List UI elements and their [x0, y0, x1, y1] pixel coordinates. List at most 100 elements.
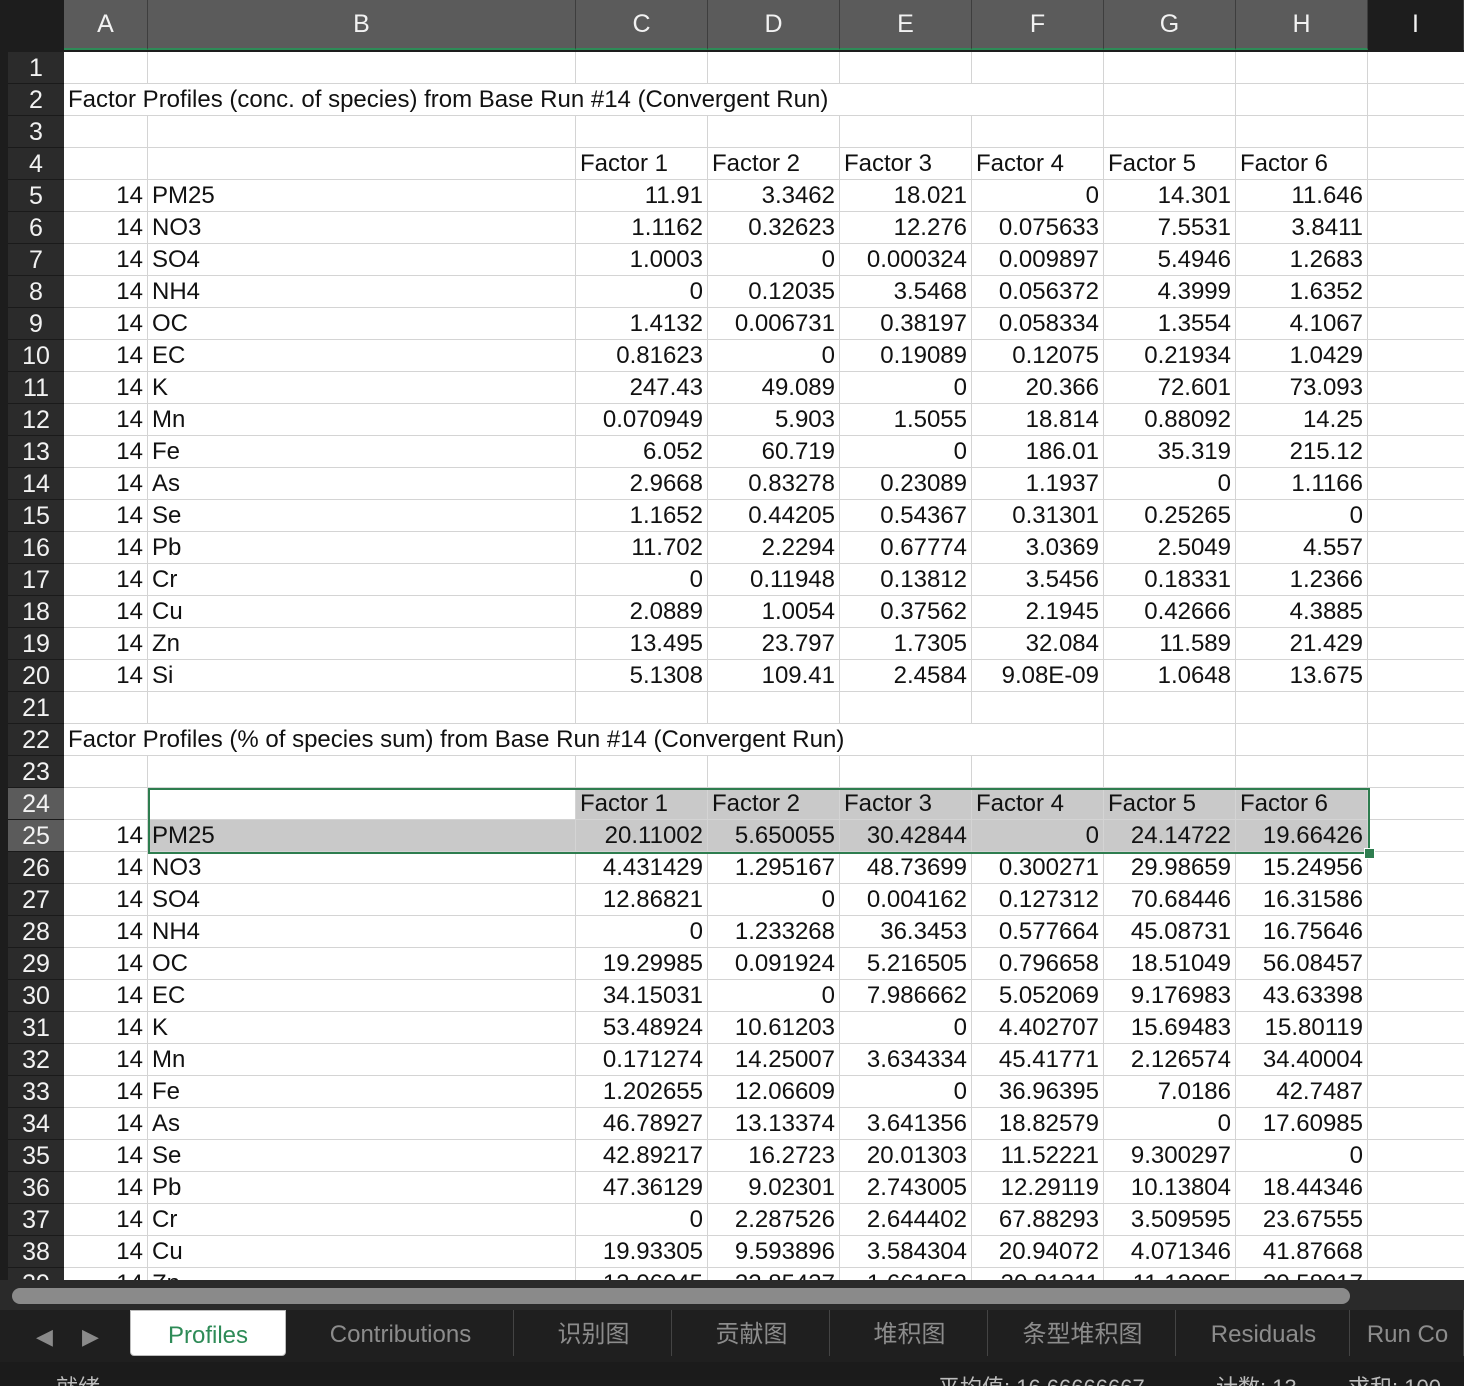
value-cell[interactable]: 18.82579 — [972, 1108, 1104, 1140]
run-number-cell[interactable]: 14 — [64, 596, 148, 628]
cell[interactable] — [1236, 116, 1368, 148]
row-header-34[interactable]: 34 — [8, 1108, 64, 1140]
value-cell[interactable]: 34.15031 — [576, 980, 708, 1012]
value-cell[interactable]: 12.86821 — [576, 884, 708, 916]
value-cell[interactable]: 0.796658 — [972, 948, 1104, 980]
value-cell[interactable]: 0 — [972, 820, 1104, 852]
value-cell[interactable]: 2.0889 — [576, 596, 708, 628]
row-header-29[interactable]: 29 — [8, 948, 64, 980]
row-header-39[interactable]: 39 — [8, 1268, 64, 1280]
value-cell[interactable]: 4.1067 — [1236, 308, 1368, 340]
cell[interactable] — [148, 148, 576, 180]
cell[interactable] — [1368, 340, 1464, 372]
value-cell[interactable]: 21.429 — [1236, 628, 1368, 660]
row-header-23[interactable]: 23 — [8, 756, 64, 788]
scrollbar-thumb[interactable] — [12, 1288, 1350, 1304]
cell[interactable] — [1236, 84, 1368, 116]
value-cell[interactable]: 0 — [840, 436, 972, 468]
value-cell[interactable]: 15.24956 — [1236, 852, 1368, 884]
value-cell[interactable]: 12.06609 — [708, 1076, 840, 1108]
value-cell[interactable]: 4.071346 — [1104, 1236, 1236, 1268]
cell[interactable] — [1368, 660, 1464, 692]
run-number-cell[interactable]: 14 — [64, 340, 148, 372]
species-cell[interactable]: Si — [148, 660, 576, 692]
value-cell[interactable]: 23.797 — [708, 628, 840, 660]
cell[interactable] — [1104, 52, 1236, 84]
species-cell[interactable]: Se — [148, 1140, 576, 1172]
row-header-33[interactable]: 33 — [8, 1076, 64, 1108]
value-cell[interactable]: 20.11002 — [576, 820, 708, 852]
cell[interactable] — [1104, 724, 1236, 756]
row-header-17[interactable]: 17 — [8, 564, 64, 596]
run-number-cell[interactable]: 14 — [64, 500, 148, 532]
value-cell[interactable]: 41.87668 — [1236, 1236, 1368, 1268]
run-number-cell[interactable]: 14 — [64, 660, 148, 692]
row-header-15[interactable]: 15 — [8, 500, 64, 532]
value-cell[interactable]: 0.83278 — [708, 468, 840, 500]
run-number-cell[interactable]: 14 — [64, 916, 148, 948]
species-cell[interactable]: OC — [148, 948, 576, 980]
value-cell[interactable]: 1.4132 — [576, 308, 708, 340]
value-cell[interactable]: 109.41 — [708, 660, 840, 692]
cell[interactable] — [1368, 468, 1464, 500]
species-cell[interactable]: Pb — [148, 532, 576, 564]
run-number-cell[interactable]: 14 — [64, 1012, 148, 1044]
species-cell[interactable]: OC — [148, 308, 576, 340]
cell[interactable] — [1368, 1076, 1464, 1108]
species-cell[interactable]: Zn — [148, 628, 576, 660]
value-cell[interactable]: 0.21934 — [1104, 340, 1236, 372]
value-cell[interactable]: 5.1308 — [576, 660, 708, 692]
value-cell[interactable]: 14.301 — [1104, 180, 1236, 212]
value-cell[interactable]: 11.589 — [1104, 628, 1236, 660]
cell[interactable] — [64, 52, 148, 84]
value-cell[interactable]: 0.091924 — [708, 948, 840, 980]
cell[interactable] — [1368, 916, 1464, 948]
cell[interactable] — [1368, 116, 1464, 148]
value-cell[interactable]: 20.94072 — [972, 1236, 1104, 1268]
cell[interactable] — [708, 116, 840, 148]
column-header-h[interactable]: H — [1236, 0, 1368, 50]
value-cell[interactable]: 0.32623 — [708, 212, 840, 244]
value-cell[interactable]: 5.650055 — [708, 820, 840, 852]
row-header-20[interactable]: 20 — [8, 660, 64, 692]
cell[interactable] — [64, 756, 148, 788]
cell[interactable] — [1368, 276, 1464, 308]
row-header-18[interactable]: 18 — [8, 596, 64, 628]
cell[interactable] — [1104, 756, 1236, 788]
value-cell[interactable]: 14.25 — [1236, 404, 1368, 436]
value-cell[interactable]: 53.48924 — [576, 1012, 708, 1044]
value-cell[interactable]: 2.4584 — [840, 660, 972, 692]
value-cell[interactable]: 4.3885 — [1236, 596, 1368, 628]
value-cell[interactable]: 12.276 — [840, 212, 972, 244]
cell[interactable] — [148, 756, 576, 788]
value-cell[interactable]: 6.052 — [576, 436, 708, 468]
value-cell[interactable]: 15.80119 — [1236, 1012, 1368, 1044]
value-cell[interactable]: 30.42844 — [840, 820, 972, 852]
value-cell[interactable]: 9.08E-09 — [972, 660, 1104, 692]
value-cell[interactable]: 0 — [576, 1204, 708, 1236]
value-cell[interactable]: 0.006731 — [708, 308, 840, 340]
cell[interactable] — [1368, 596, 1464, 628]
value-cell[interactable]: 0.38197 — [840, 308, 972, 340]
cell[interactable] — [1368, 788, 1464, 820]
value-cell[interactable]: 11.13095 — [1104, 1268, 1236, 1280]
cell[interactable] — [1368, 852, 1464, 884]
value-cell[interactable]: 11.52221 — [972, 1140, 1104, 1172]
factor-header[interactable]: Factor 4 — [972, 788, 1104, 820]
cell[interactable] — [64, 148, 148, 180]
row-header-30[interactable]: 30 — [8, 980, 64, 1012]
sheet-tab[interactable]: 堆积图 — [832, 1310, 988, 1356]
value-cell[interactable]: 0 — [1236, 500, 1368, 532]
cell[interactable] — [1368, 1204, 1464, 1236]
cell[interactable] — [1368, 212, 1464, 244]
value-cell[interactable]: 45.41771 — [972, 1044, 1104, 1076]
row-header-24[interactable]: 24 — [8, 788, 64, 820]
value-cell[interactable]: 11.702 — [576, 532, 708, 564]
species-cell[interactable]: SO4 — [148, 244, 576, 276]
row-header-21[interactable]: 21 — [8, 692, 64, 724]
value-cell[interactable]: 1.0429 — [1236, 340, 1368, 372]
cell[interactable] — [972, 692, 1104, 724]
species-cell[interactable]: SO4 — [148, 884, 576, 916]
value-cell[interactable]: 1.7305 — [840, 628, 972, 660]
value-cell[interactable]: 2.644402 — [840, 1204, 972, 1236]
